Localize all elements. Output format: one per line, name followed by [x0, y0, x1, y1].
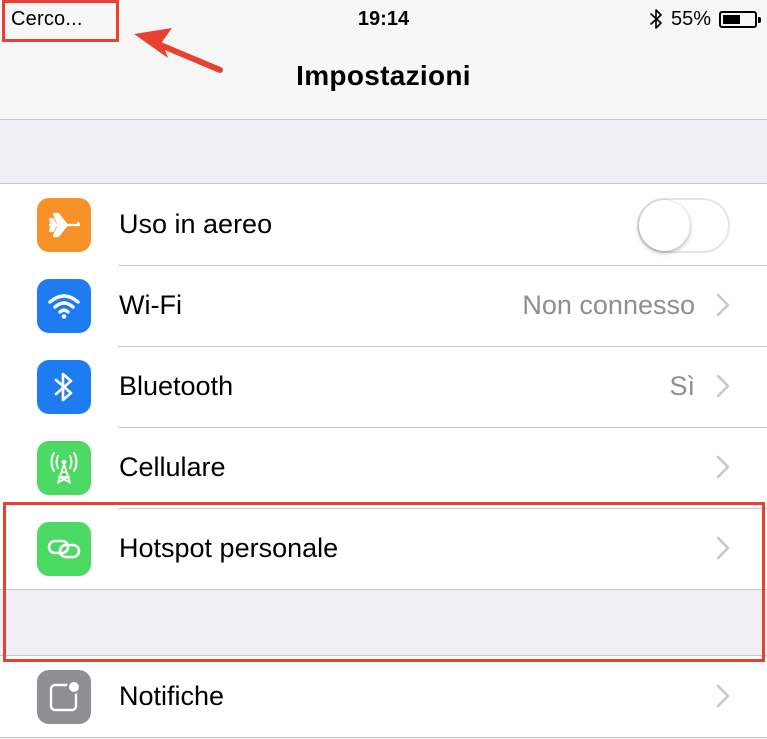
bluetooth-status-value: Sì: [669, 371, 695, 401]
hotspot-highlight-box: [3, 502, 765, 662]
chevron-right-icon: [716, 684, 730, 713]
toggle-knob: [639, 200, 690, 251]
bluetooth-label: Bluetooth: [119, 371, 234, 401]
airplane-mode-label: Uso in aereo: [119, 209, 273, 239]
bluetooth-icon: [650, 8, 663, 30]
airplane-icon: [37, 198, 91, 252]
settings-row-airplane-mode[interactable]: Uso in aereo: [0, 184, 767, 265]
chevron-right-icon: [716, 293, 730, 322]
settings-screen: Cerco... 19:14 55% Impostazioni Uso in a…: [0, 0, 767, 739]
cellular-antenna-icon: [37, 441, 91, 495]
battery-icon: [719, 10, 761, 28]
settings-row-wifi[interactable]: Wi-Fi Non connesso: [0, 265, 767, 346]
wifi-status-value: Non connesso: [522, 290, 695, 320]
status-right: 55%: [650, 6, 761, 32]
chevron-right-icon: [716, 455, 730, 484]
settings-group-notifications: Notifiche: [0, 655, 767, 738]
page-title: Impostazioni: [296, 60, 471, 91]
cellular-label: Cellulare: [119, 452, 226, 482]
battery-percent: 55%: [670, 7, 711, 30]
notifications-label: Notifiche: [119, 681, 225, 711]
chevron-right-icon: [716, 374, 730, 403]
arrow-pointer-icon: [128, 24, 224, 81]
wifi-label: Wi-Fi: [119, 290, 182, 320]
carrier-highlight-box: [2, 0, 119, 42]
battery-tip: [758, 16, 761, 23]
wifi-icon: [37, 279, 91, 333]
bluetooth-icon: [37, 360, 91, 414]
notifications-icon: [37, 670, 91, 724]
airplane-mode-toggle[interactable]: [637, 198, 730, 253]
settings-row-cellular[interactable]: Cellulare: [0, 427, 767, 508]
settings-row-bluetooth[interactable]: Bluetooth Sì: [0, 346, 767, 427]
battery-level: [723, 14, 740, 24]
settings-row-notifications[interactable]: Notifiche: [0, 656, 767, 737]
